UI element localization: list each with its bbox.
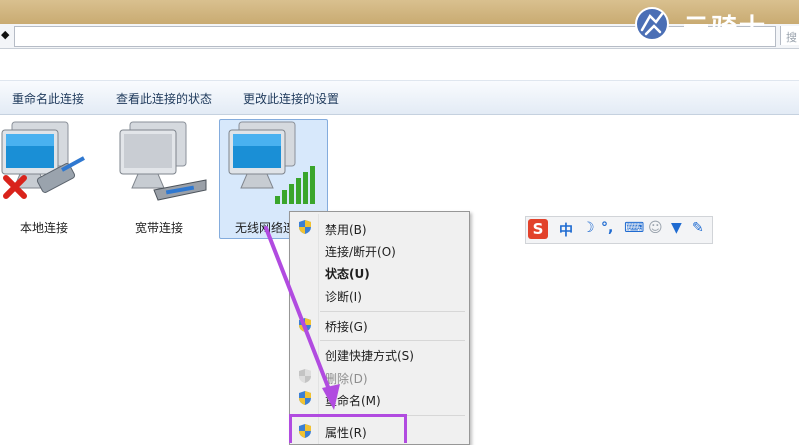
change-settings-button[interactable]: 更改此连接的设置 [243, 90, 339, 107]
monitor-modem-icon [119, 121, 207, 201]
address-dropdown-icon[interactable]: ◆ [1, 28, 9, 41]
wrench-icon[interactable]: ✎ [692, 220, 704, 236]
menu-item-rename[interactable]: 重命名(M) [325, 392, 381, 409]
monitor-wireless-signal-icon [228, 121, 315, 204]
search-placeholder: 搜 [786, 31, 797, 44]
view-status-button[interactable]: 查看此连接的状态 [116, 90, 212, 107]
connection-broadband[interactable]: 宽带连接 [108, 118, 207, 235]
menu-item-create-shortcut[interactable]: 创建快捷方式(S) [325, 347, 414, 364]
ime-logo-icon[interactable]: S [528, 219, 548, 239]
watermark-text: 云骑士 [683, 14, 768, 44]
shirt-icon[interactable]: ▼ [671, 220, 682, 236]
keyboard-icon[interactable]: ⌨ [624, 220, 644, 236]
context-menu: 禁用(B) 连接/断开(O) 状态(U) 诊断(I) 桥接(G) 创建快捷方式(… [289, 211, 470, 445]
shield-icon [299, 369, 311, 383]
ime-toolbar: S 中 ☽ °, ⌨ ☺ ▼ ✎ [525, 216, 713, 244]
menu-item-diagnose[interactable]: 诊断(I) [325, 288, 362, 305]
menu-gutter-divider [318, 214, 319, 444]
connection-label: 本地连接 [20, 221, 69, 235]
moon-icon[interactable]: ☽ [582, 220, 595, 236]
rename-connection-button[interactable]: 重命名此连接 [12, 90, 84, 107]
monitor-network-cable-icon [1, 121, 85, 199]
menu-item-delete: 删除(D) [325, 372, 368, 386]
menu-item-disable[interactable]: 禁用(B) [325, 221, 367, 238]
connection-label: 无线网络连 [235, 221, 296, 235]
content-top-spacer [0, 49, 799, 79]
menu-item-bridge[interactable]: 桥接(G) [325, 318, 368, 335]
command-toolbar: 重命名此连接 查看此连接的状态 更改此连接的设置 [0, 80, 799, 115]
connection-label: 宽带连接 [135, 221, 184, 235]
shield-icon [299, 391, 311, 405]
shield-icon [299, 220, 311, 234]
shield-icon [299, 318, 311, 332]
punctuation-icon[interactable]: °, [601, 220, 613, 236]
menu-item-connect-disconnect[interactable]: 连接/断开(O) [325, 243, 396, 260]
menu-item-status[interactable]: 状态(U) [325, 265, 370, 282]
ime-mode-toggle[interactable]: 中 [559, 220, 573, 240]
menu-separator [320, 311, 465, 312]
annotation-highlight-box [289, 414, 407, 443]
connection-local[interactable]: 本地连接 [0, 118, 90, 235]
menu-separator [320, 340, 465, 341]
user-icon[interactable]: ☺ [648, 220, 663, 236]
